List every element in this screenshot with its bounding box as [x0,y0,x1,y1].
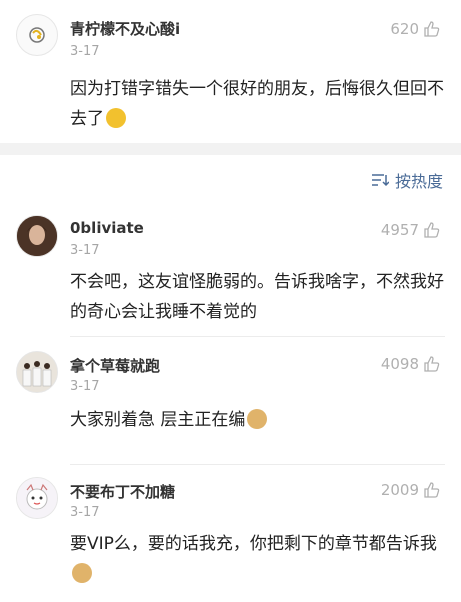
commenter-name[interactable]: 拿个草莓就跑 [70,355,160,376]
comment-date: 3-17 [70,243,100,258]
avatar[interactable] [16,351,58,393]
commenter-name[interactable]: 不要布丁不加糖 [70,481,175,502]
commenter-name[interactable]: 青柠檬不及心酸i [70,18,180,39]
sort-label: 按热度 [394,172,443,191]
comment-text: 大家别着急 层主正在编 [70,405,445,435]
thumbs-up-icon [424,356,440,372]
portrait-avatar-icon [17,216,57,256]
like-count: 620 [390,20,419,38]
comment-item: 0bliviate 3-17 4957 不会吧，这友谊怪脆弱的。告诉我啥字，不然… [0,205,461,337]
comment-date: 3-17 [70,379,100,394]
comment-date: 3-17 [70,505,100,520]
like-count: 4957 [380,221,419,239]
avatar[interactable] [16,14,58,56]
avatar[interactable] [16,215,58,257]
group-photo-avatar-icon [17,352,57,392]
original-comment: 青柠檬不及心酸i 3-17 620 因为打错字错失一个很好的朋友，后悔很久但回不… [0,0,461,143]
sort-icon [371,174,389,187]
cartoon-avatar-icon [17,478,57,518]
comment-text: 不会吧，这友谊怪脆弱的。告诉我啥字，不然我好的奇心会让我睡不着觉的 [70,272,444,322]
crying-emoji-icon [106,108,126,128]
comment-text: 因为打错字错失一个很好的朋友，后悔很久但回不去了 [70,79,444,129]
sort-bar: 按热度 [0,155,461,205]
doge-emoji-icon [247,409,268,429]
like-button[interactable]: 620 [390,20,441,38]
like-count: 4098 [380,355,419,373]
thumbs-up-icon [424,21,440,37]
lemon-avatar-icon [29,27,45,43]
comment-text: 要VIP么，要的话我充，你把剩下的章节都告诉我 [70,529,445,589]
section-divider [0,143,461,155]
thumbs-up-icon [424,482,440,498]
like-button[interactable]: 2009 [381,481,441,499]
like-button[interactable]: 4957 [381,221,441,239]
avatar[interactable] [16,477,58,519]
doge-emoji-icon [72,563,92,583]
comment-item: 不要布丁不加糖 3-17 2009 要VIP么，要的话我充，你把剩下的章节都告诉… [0,465,461,602]
commenter-name[interactable]: 0bliviate [70,219,144,237]
like-button[interactable]: 4098 [381,355,441,373]
comment-date: 3-17 [70,44,100,59]
like-count: 2009 [380,481,419,499]
thumbs-up-icon [424,222,440,238]
sort-by-heat-button[interactable]: 按热度 [371,168,443,192]
comment-item: 拿个草莓就跑 3-17 4098 大家别着急 层主正在编 [0,337,461,465]
